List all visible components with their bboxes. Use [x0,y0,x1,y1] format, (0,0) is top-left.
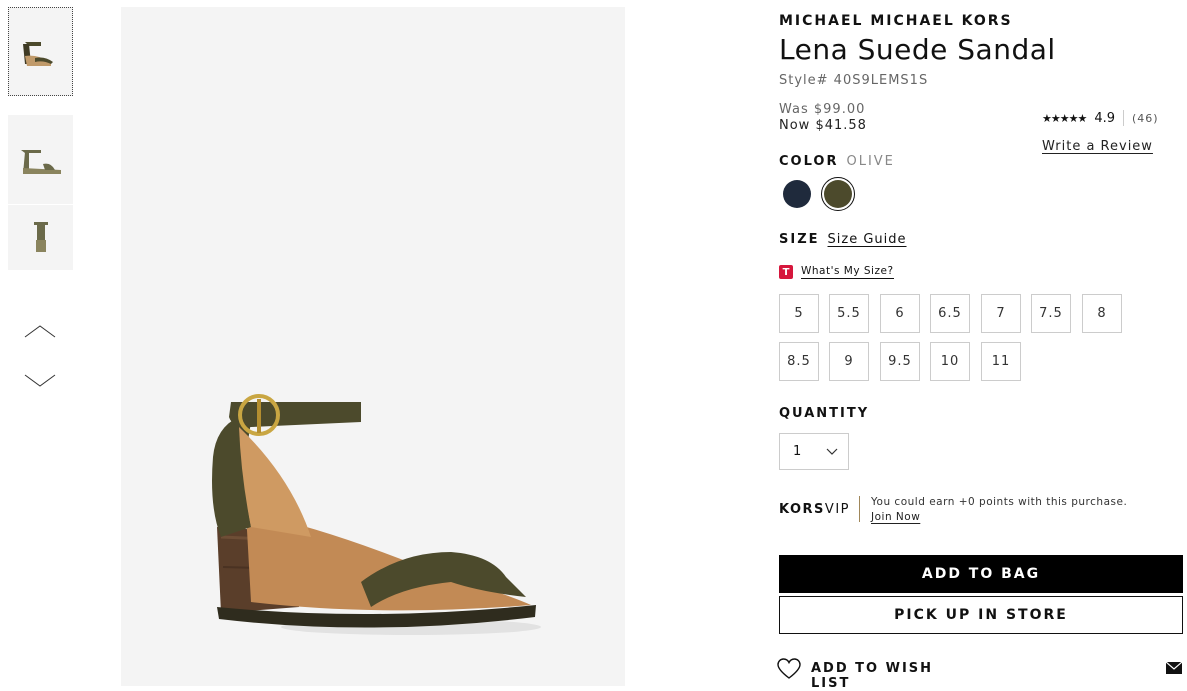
size-header: SIZE Size Guide [779,232,907,247]
main-product-image[interactable] [121,7,625,686]
email-icon[interactable] [1166,662,1182,674]
add-to-bag-button[interactable]: ADD TO BAG [779,555,1183,593]
true-fit-widget[interactable]: T What's My Size? [779,265,894,279]
color-swatch-navy[interactable] [783,180,811,208]
size-option[interactable]: 11 [981,342,1021,381]
kors-vip-logo: KORSVIP [779,502,850,517]
size-option[interactable]: 8 [1082,294,1122,333]
style-number: Style# 40S9LEMS1S [779,73,929,88]
sandal-image [212,394,541,635]
vip-divider [859,496,860,522]
quantity-select[interactable]: 1 [779,433,849,470]
size-option[interactable]: 9 [829,342,869,381]
now-price: Now $41.58 [779,118,867,133]
rating-stars-icon: ★★★★★ [1042,111,1087,125]
size-label: SIZE [779,232,820,247]
rating-summary[interactable]: ★★★★★ 4.9 (46) [1042,110,1159,126]
size-option[interactable]: 6 [880,294,920,333]
size-option[interactable]: 6.5 [930,294,970,333]
size-option[interactable]: 5.5 [829,294,869,333]
thumbnail-3[interactable] [8,205,73,270]
chevron-down-icon[interactable] [24,374,56,388]
was-price: Was $99.00 [779,102,866,117]
heart-icon [777,658,801,679]
sandal-thumbnail-icon [22,41,53,66]
quantity-label: QUANTITY [779,406,870,421]
join-now-link[interactable]: Join Now [871,511,920,523]
whats-my-size-link[interactable]: What's My Size? [801,265,894,279]
size-option[interactable]: 9.5 [880,342,920,381]
color-selected-value: OLIVE [846,154,895,169]
color-label: COLOR [779,154,839,169]
vip-points-text: You could earn +0 points with this purch… [871,496,1128,508]
size-option[interactable]: 10 [930,342,970,381]
rating-value: 4.9 [1094,110,1115,126]
sandal-thumbnail-icon [20,149,61,174]
color-header: COLOR OLIVE [779,154,895,169]
size-option[interactable]: 7.5 [1031,294,1071,333]
product-title: Lena Suede Sandal [779,33,1056,66]
thumbnail-1[interactable] [8,7,73,96]
size-option[interactable]: 7 [981,294,1021,333]
write-review-link[interactable]: Write a Review [1042,139,1153,154]
thumbnail-2[interactable] [8,115,73,204]
brand-name: MICHAEL MICHAEL KORS [779,13,1013,29]
wishlist-label: ADD TO WISH LIST [811,661,934,691]
add-to-wishlist-button[interactable]: ADD TO WISH LIST [777,658,941,691]
size-option[interactable]: 5 [779,294,819,333]
sandal-thumbnail-icon [33,221,48,252]
review-count: (46) [1132,111,1159,125]
pick-up-in-store-button[interactable]: PICK UP IN STORE [779,596,1183,634]
rating-divider [1123,110,1124,126]
color-swatch-olive[interactable] [824,180,852,208]
chevron-down-icon [826,448,838,455]
size-option[interactable]: 8.5 [779,342,819,381]
size-guide-link[interactable]: Size Guide [828,232,907,247]
chevron-up-icon[interactable] [24,324,56,338]
quantity-value: 1 [793,444,802,459]
true-fit-logo-icon: T [779,265,793,279]
